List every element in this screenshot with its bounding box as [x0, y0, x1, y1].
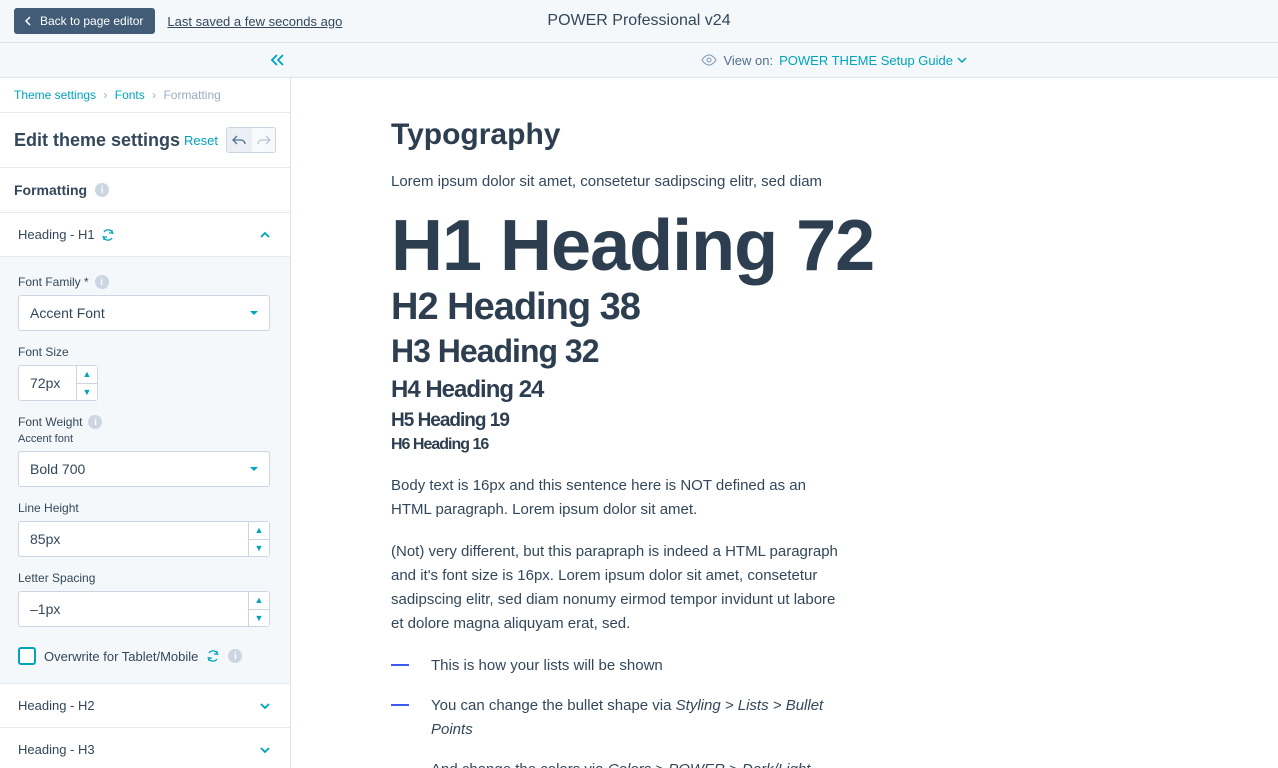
font-weight-select[interactable]: Bold 700	[18, 451, 270, 487]
breadcrumb-fonts[interactable]: Fonts	[115, 88, 145, 102]
preview-h4: H4 Heading 24	[391, 376, 1178, 404]
chevron-down-icon	[258, 699, 272, 713]
accordion-h1: Heading - H1 Font Family * i Accent Font	[0, 213, 290, 684]
accordion-h2-header[interactable]: Heading - H2	[0, 684, 290, 727]
accordion-h3: Heading - H3	[0, 728, 290, 768]
letter-spacing-step-down[interactable]: ▼	[249, 609, 269, 627]
preview-list: This is how your lists will be shown You…	[391, 654, 1178, 768]
undo-redo-group	[226, 127, 276, 153]
sync-icon	[101, 228, 115, 242]
accordion-h2: Heading - H2	[0, 684, 290, 728]
bullet-dash-icon	[391, 704, 409, 706]
info-icon[interactable]: i	[95, 275, 109, 289]
preview-title: Typography	[391, 118, 1178, 152]
caret-down-icon	[249, 310, 259, 316]
overwrite-label: Overwrite for Tablet/Mobile	[44, 649, 198, 664]
chevron-left-icon	[24, 16, 34, 26]
font-family-select[interactable]: Accent Font	[18, 295, 270, 331]
chevrons-left-icon	[270, 53, 286, 67]
accordion-h1-header[interactable]: Heading - H1	[0, 213, 290, 256]
preview-h5: H5 Heading 19	[391, 410, 1178, 432]
panel-header: Edit theme settings Reset	[0, 113, 290, 168]
line-height-input[interactable]	[18, 521, 248, 557]
sync-icon	[206, 649, 220, 663]
back-to-editor-button[interactable]: Back to page editor	[14, 8, 155, 34]
panel-title: Edit theme settings	[14, 130, 180, 151]
letter-spacing-step-up[interactable]: ▲	[249, 592, 269, 609]
accordion-h3-header[interactable]: Heading - H3	[0, 728, 290, 768]
line-height-label: Line Height	[18, 501, 272, 515]
chevron-right-icon: ›	[103, 88, 107, 102]
back-label: Back to page editor	[40, 14, 143, 28]
info-icon[interactable]: i	[228, 649, 242, 663]
letter-spacing-input[interactable]	[18, 591, 248, 627]
preview-pane: Typography Lorem ipsum dolor sit amet, c…	[291, 78, 1278, 768]
preview-body2: (Not) very different, but this parapraph…	[391, 540, 841, 636]
line-height-step-up[interactable]: ▲	[249, 522, 269, 539]
eye-icon	[701, 54, 717, 66]
topbar: Back to page editor Last saved a few sec…	[0, 0, 1278, 43]
breadcrumb-current: Formatting	[163, 88, 220, 102]
font-size-step-down[interactable]: ▼	[77, 383, 97, 401]
redo-button[interactable]	[251, 128, 275, 152]
setup-guide-link[interactable]: POWER THEME Setup Guide	[779, 53, 967, 68]
list-item: You can change the bullet shape via Styl…	[391, 694, 841, 742]
list-item: This is how your lists will be shown	[391, 654, 841, 678]
info-icon[interactable]: i	[88, 415, 102, 429]
last-saved-link[interactable]: Last saved a few seconds ago	[167, 14, 342, 29]
undo-icon	[232, 135, 246, 145]
font-size-step-up[interactable]: ▲	[77, 366, 97, 383]
sidebar: Theme settings › Fonts › Formatting Edit…	[0, 78, 291, 768]
overwrite-checkbox[interactable]	[18, 647, 36, 665]
chevron-down-icon	[258, 743, 272, 757]
bullet-dash-icon	[391, 664, 409, 666]
section-formatting: Formatting i	[0, 168, 290, 213]
undo-button[interactable]	[227, 128, 251, 152]
info-icon[interactable]: i	[95, 183, 109, 197]
preview-h3: H3 Heading 32	[391, 333, 1178, 370]
font-family-label: Font Family * i	[18, 275, 272, 289]
chevron-up-icon	[258, 228, 272, 242]
chevron-right-icon: ›	[152, 88, 156, 102]
subbar: View on: POWER THEME Setup Guide	[0, 43, 1278, 78]
collapse-sidebar-button[interactable]	[270, 53, 286, 67]
font-size-label: Font Size	[18, 345, 272, 359]
caret-down-icon	[957, 57, 967, 63]
redo-icon	[257, 135, 271, 145]
reset-button[interactable]: Reset	[184, 133, 218, 148]
breadcrumb-theme-settings[interactable]: Theme settings	[14, 88, 96, 102]
caret-down-icon	[249, 466, 259, 472]
page-title: POWER Professional v24	[547, 12, 730, 30]
font-size-input[interactable]	[18, 365, 76, 401]
font-weight-label: Font Weight i	[18, 415, 272, 429]
letter-spacing-label: Letter Spacing	[18, 571, 272, 585]
preview-h2: H2 Heading 38	[391, 286, 1178, 329]
preview-h1: H1 Heading 72	[391, 212, 1178, 280]
line-height-step-down[interactable]: ▼	[249, 539, 269, 557]
preview-h6: H6 Heading 16	[391, 436, 1178, 454]
view-on-group: View on: POWER THEME Setup Guide	[701, 53, 967, 68]
list-item: And change the colors via Colors > POWER…	[391, 758, 841, 768]
accordion-h1-body: Font Family * i Accent Font Font Size ▲	[0, 256, 290, 683]
preview-intro: Lorem ipsum dolor sit amet, consetetur s…	[391, 170, 841, 194]
view-on-label: View on:	[723, 53, 773, 68]
breadcrumb: Theme settings › Fonts › Formatting	[0, 78, 290, 113]
preview-body1: Body text is 16px and this sentence here…	[391, 474, 841, 522]
font-weight-helper: Accent font	[18, 433, 272, 445]
